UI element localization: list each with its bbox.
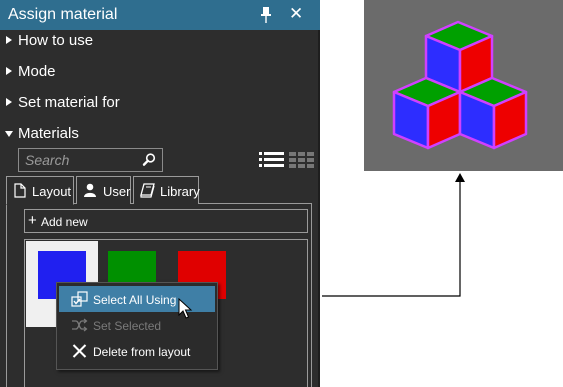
search-icon[interactable] xyxy=(141,152,157,168)
close-icon[interactable]: ✕ xyxy=(289,5,303,23)
section-label: Materials xyxy=(18,125,79,142)
user-icon xyxy=(83,183,97,198)
tab-label: Library xyxy=(160,184,200,199)
section-how-to-use[interactable]: How to use xyxy=(0,28,320,56)
menu-item-label: Delete from layout xyxy=(93,345,191,359)
panel-titlebar: Assign material ✕ xyxy=(0,0,320,30)
document-icon xyxy=(13,183,27,198)
x-icon xyxy=(71,343,88,359)
search-input[interactable] xyxy=(25,152,135,168)
expand-arrow-icon xyxy=(6,98,12,106)
expand-arrow-icon xyxy=(6,36,12,44)
material-preview-viewport xyxy=(364,0,563,171)
menu-item-label: Set Selected xyxy=(93,319,162,333)
plus-icon: + xyxy=(28,212,37,229)
section-label: Set material for xyxy=(18,94,120,111)
add-new-label: Add new xyxy=(41,215,88,229)
context-menu: Select All Using Set Selected Delete fro… xyxy=(56,282,218,370)
tab-layout[interactable]: Layout xyxy=(6,176,74,205)
section-materials[interactable]: Materials xyxy=(0,121,320,149)
grid-view-icon[interactable] xyxy=(289,151,314,169)
expand-arrow-icon xyxy=(6,67,12,75)
tab-label: User xyxy=(103,184,131,199)
select-all-icon xyxy=(71,291,88,307)
pin-icon[interactable] xyxy=(259,6,273,24)
list-view-icon[interactable] xyxy=(259,151,284,169)
tab-library[interactable]: Library xyxy=(133,176,200,204)
shuffle-icon xyxy=(71,317,88,333)
cube-stack-render xyxy=(392,20,528,150)
section-label: How to use xyxy=(18,32,94,49)
book-icon xyxy=(140,183,155,198)
mouse-cursor-icon xyxy=(178,297,194,320)
tab-user[interactable]: User xyxy=(76,176,131,204)
collapse-arrow-icon xyxy=(5,131,13,137)
menu-item-label: Select All Using xyxy=(93,293,177,307)
section-label: Mode xyxy=(18,63,56,80)
section-mode[interactable]: Mode xyxy=(0,59,320,87)
tab-label: Layout xyxy=(32,184,72,199)
search-box xyxy=(18,148,163,172)
add-new-button[interactable]: + Add new xyxy=(24,209,308,233)
menu-item-delete-from-layout[interactable]: Delete from layout xyxy=(59,338,215,364)
assign-material-panel: Assign material ✕ How to use Mode Set ma… xyxy=(0,0,320,387)
section-set-material-for[interactable]: Set material for xyxy=(0,90,320,118)
panel-title: Assign material xyxy=(8,6,118,23)
